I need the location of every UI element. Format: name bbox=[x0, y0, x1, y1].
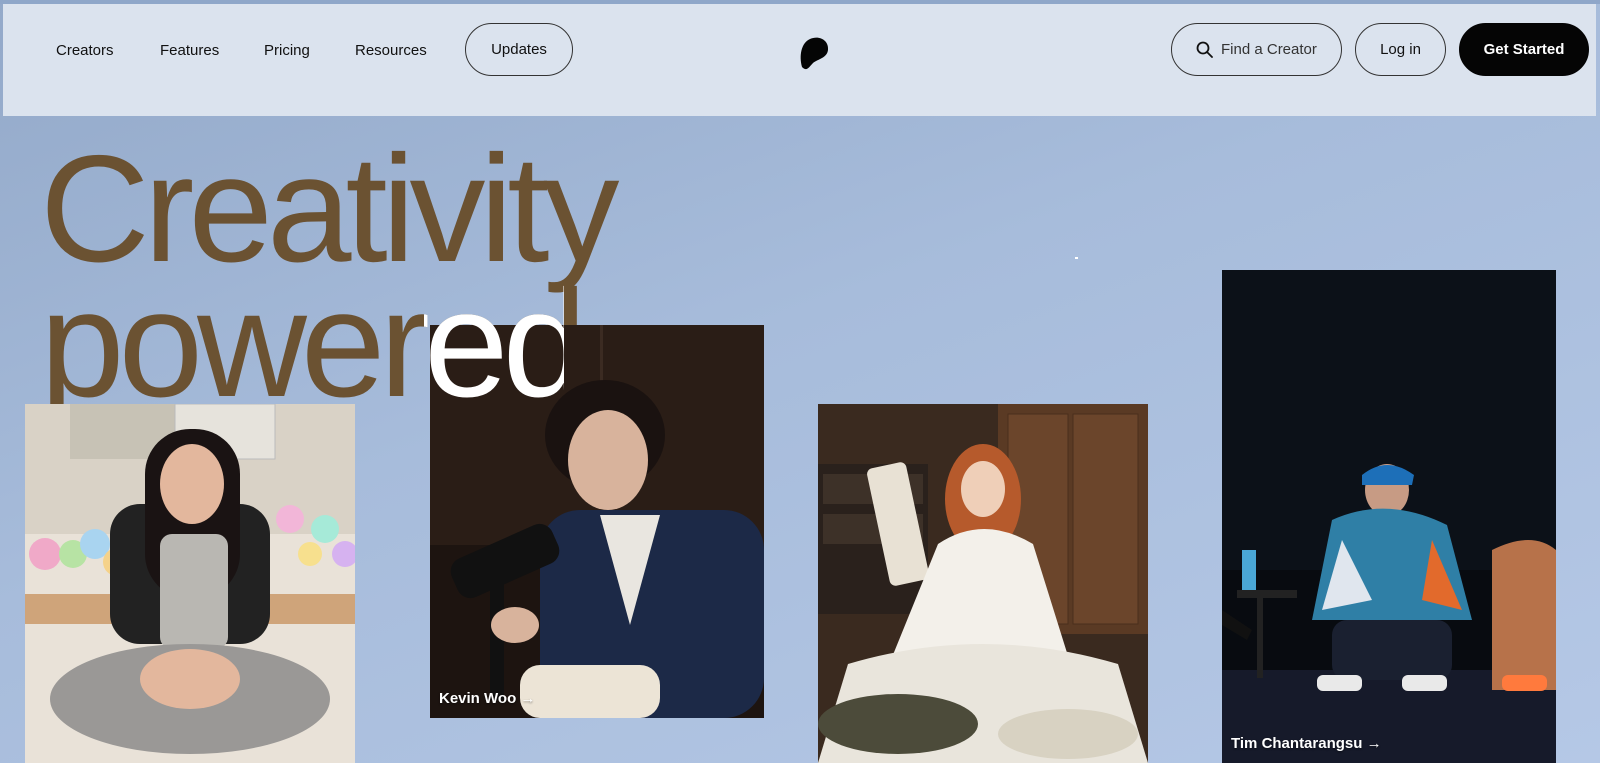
login-label: Log in bbox=[1380, 41, 1421, 58]
creator-card-tim-chantarangsu[interactable]: Tim Chantarangsu → bbox=[1222, 270, 1556, 763]
nav-link-pricing[interactable]: Pricing bbox=[264, 42, 310, 59]
hero-overlay-fragment: powered bbox=[424, 268, 564, 420]
patreon-logo-icon[interactable] bbox=[798, 34, 832, 72]
creator-caption-tim-chantarangsu[interactable]: Tim Chantarangsu → bbox=[1231, 735, 1382, 752]
creator-photo-tim-chantarangsu bbox=[1222, 270, 1556, 763]
nav-link-features[interactable]: Features bbox=[160, 42, 219, 59]
decorative-speck bbox=[1075, 257, 1078, 259]
creator-caption-kevin-woo[interactable]: Kevin Woo → bbox=[439, 690, 535, 707]
creator-card-1[interactable] bbox=[25, 404, 355, 763]
nav-link-resources[interactable]: Resources bbox=[355, 42, 427, 59]
find-creator-label: Find a Creator bbox=[1221, 41, 1317, 58]
login-button[interactable]: Log in bbox=[1355, 23, 1446, 76]
updates-label: Updates bbox=[491, 41, 547, 58]
top-navigation: Creators Features Pricing Resources Upda… bbox=[3, 4, 1596, 116]
find-creator-button[interactable]: Find a Creator bbox=[1171, 23, 1342, 76]
updates-button[interactable]: Updates bbox=[465, 23, 573, 76]
creator-photo-3 bbox=[818, 404, 1148, 763]
nav-link-creators[interactable]: Creators bbox=[56, 42, 114, 59]
hero-overlay-text: powered bbox=[424, 268, 564, 420]
get-started-button[interactable]: Get Started bbox=[1459, 23, 1589, 76]
search-icon bbox=[1196, 41, 1213, 58]
get-started-label: Get Started bbox=[1483, 41, 1565, 58]
creator-photo-1 bbox=[25, 404, 355, 763]
creator-card-3[interactable] bbox=[818, 404, 1148, 763]
